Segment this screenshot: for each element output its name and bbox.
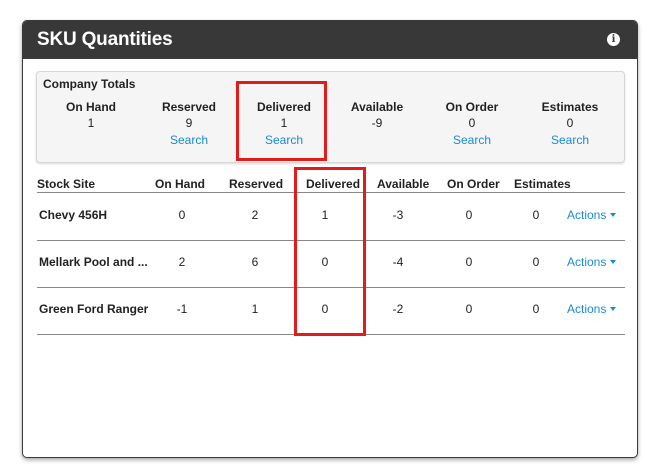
on-order-value: 0 (465, 255, 473, 269)
estimates-value: 0 (532, 255, 540, 269)
totals-label: Delivered (256, 100, 312, 114)
delivered-search-link[interactable]: Search (239, 133, 329, 147)
totals-label: On Hand (66, 100, 116, 114)
table-row: Green Ford Ranger -1 1 0 -2 0 0 Actions (37, 288, 625, 335)
estimates-search-link[interactable]: Search (525, 133, 615, 147)
reserved-value: 1 (251, 302, 259, 316)
totals-value: 0 (566, 116, 574, 130)
actions-dropdown[interactable]: Actions (567, 255, 617, 269)
actions-dropdown[interactable]: Actions (567, 208, 617, 222)
table-header: Stock Site On Hand Reserved Delivered Av… (37, 176, 625, 193)
on-hand-value: 2 (178, 255, 186, 269)
totals-label: On Order (445, 100, 499, 114)
available-value: -3 (392, 208, 404, 222)
totals-value: 1 (87, 116, 95, 130)
reserved-search-link[interactable]: Search (144, 133, 234, 147)
totals-value: -9 (371, 116, 383, 130)
available-value: -4 (392, 255, 404, 269)
delivered-value: 1 (321, 208, 329, 222)
panel-header: SKU Quantities i (23, 21, 637, 59)
reserved-value: 2 (251, 208, 259, 222)
on-order-value: 0 (465, 208, 473, 222)
actions-label: Actions (567, 255, 607, 269)
header-delivered: Delivered (306, 177, 361, 191)
estimates-value: 0 (532, 302, 540, 316)
estimates-value: 0 (532, 208, 540, 222)
caret-down-icon (610, 260, 617, 264)
company-totals-title: Company Totals (43, 77, 136, 91)
totals-label: Reserved (161, 100, 217, 114)
totals-label: Estimates (541, 100, 599, 114)
totals-on-hand: On Hand 1 (46, 100, 136, 133)
available-value: -2 (392, 302, 404, 316)
table-row: Mellark Pool and ... 2 6 0 -4 0 0 Action… (37, 241, 625, 288)
actions-label: Actions (567, 302, 607, 316)
delivered-value: 0 (321, 255, 329, 269)
header-estimates: Estimates (514, 177, 571, 191)
delivered-value: 0 (321, 302, 329, 316)
on-hand-value: -1 (176, 302, 188, 316)
totals-value: 1 (280, 116, 288, 130)
reserved-value: 6 (251, 255, 259, 269)
info-icon[interactable]: i (607, 33, 620, 46)
stock-site-name: Green Ford Ranger (39, 302, 149, 316)
header-stock-site: Stock Site (37, 177, 96, 191)
totals-value: 9 (185, 116, 193, 130)
header-on-hand: On Hand (155, 177, 205, 191)
totals-available: Available -9 (332, 100, 422, 133)
company-totals-box: Company Totals On Hand 1 Reserved 9 Sear… (36, 71, 625, 163)
actions-dropdown[interactable]: Actions (567, 302, 617, 316)
panel-title: SKU Quantities (37, 29, 173, 50)
caret-down-icon (610, 213, 617, 217)
header-on-order: On Order (447, 177, 500, 191)
header-available: Available (377, 177, 430, 191)
totals-reserved: Reserved 9 Search (144, 100, 234, 147)
totals-estimates: Estimates 0 Search (525, 100, 615, 147)
on-order-search-link[interactable]: Search (427, 133, 517, 147)
totals-label: Available (350, 100, 404, 114)
sku-quantities-panel: SKU Quantities i Company Totals On Hand … (22, 20, 638, 458)
caret-down-icon (610, 307, 617, 311)
on-hand-value: 0 (178, 208, 186, 222)
header-reserved: Reserved (229, 177, 284, 191)
stock-site-name: Mellark Pool and ... (39, 255, 148, 269)
totals-on-order: On Order 0 Search (427, 100, 517, 147)
totals-delivered: Delivered 1 Search (239, 100, 329, 147)
totals-value: 0 (468, 116, 476, 130)
on-order-value: 0 (465, 302, 473, 316)
table-row: Chevy 456H 0 2 1 -3 0 0 Actions (37, 194, 625, 241)
actions-label: Actions (567, 208, 607, 222)
stock-site-name: Chevy 456H (39, 208, 108, 222)
